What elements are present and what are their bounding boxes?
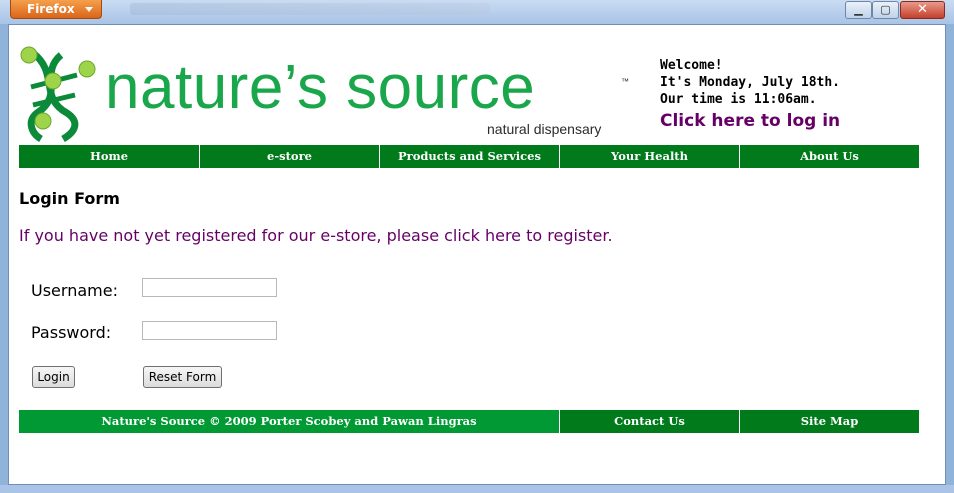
page-title: Login Form xyxy=(19,189,120,208)
window-bottom-border xyxy=(0,485,954,493)
footer-site-map[interactable]: Site Map xyxy=(739,410,919,433)
nav-item-your-health[interactable]: Your Health xyxy=(559,145,739,168)
browser-titlebar: Firefox ▁ ▢ ✕ xyxy=(0,0,954,24)
close-button[interactable]: ✕ xyxy=(900,1,945,19)
login-link[interactable]: Click here to log in xyxy=(660,111,840,131)
footer-contact-us[interactable]: Contact Us xyxy=(559,410,739,433)
logo-trademark: ™ xyxy=(621,77,629,86)
maximize-icon: ▢ xyxy=(880,3,891,16)
maximize-button[interactable]: ▢ xyxy=(872,1,899,19)
footer-copyright: Nature's Source © 2009 Porter Scobey and… xyxy=(19,410,559,433)
chevron-down-icon xyxy=(85,7,93,12)
welcome-block: Welcome! It's Monday, July 18th. Our tim… xyxy=(660,57,840,108)
minimize-button[interactable]: ▁ xyxy=(845,1,872,19)
logo-tagline: natural dispensary xyxy=(487,121,602,137)
nav-item-products-and-services[interactable]: Products and Services xyxy=(379,145,559,168)
register-link[interactable]: If you have not yet registered for our e… xyxy=(19,226,613,245)
site-logo[interactable]: nature’s source ™ natural dispensary xyxy=(19,43,634,143)
main-navigation: Home e-store Products and Services Your … xyxy=(19,145,919,168)
nav-item-e-store[interactable]: e-store xyxy=(199,145,379,168)
firefox-menu-label: Firefox xyxy=(27,2,75,16)
date-line: It's Monday, July 18th. xyxy=(660,75,841,90)
login-button[interactable]: Login xyxy=(32,366,75,388)
nav-item-home[interactable]: Home xyxy=(19,145,199,168)
firefox-menu-button[interactable]: Firefox xyxy=(10,0,102,19)
reset-form-button[interactable]: Reset Form xyxy=(143,366,222,388)
tab-strip xyxy=(130,3,490,15)
welcome-line: Welcome! xyxy=(660,58,723,73)
page-footer: Nature's Source © 2009 Porter Scobey and… xyxy=(19,410,919,433)
password-label: Password: xyxy=(31,323,112,342)
page-viewport: nature’s source ™ natural dispensary Wel… xyxy=(8,24,946,485)
logo-wordmark: nature’s source xyxy=(105,53,536,122)
username-label: Username: xyxy=(31,281,118,300)
close-icon: ✕ xyxy=(917,2,928,17)
minimize-icon: ▁ xyxy=(854,3,863,16)
username-input[interactable] xyxy=(142,278,277,297)
password-input[interactable] xyxy=(142,321,277,340)
nav-item-about-us[interactable]: About Us xyxy=(739,145,919,168)
dna-logo-icon xyxy=(20,46,96,143)
time-line: Our time is 11:06am. xyxy=(660,92,817,107)
